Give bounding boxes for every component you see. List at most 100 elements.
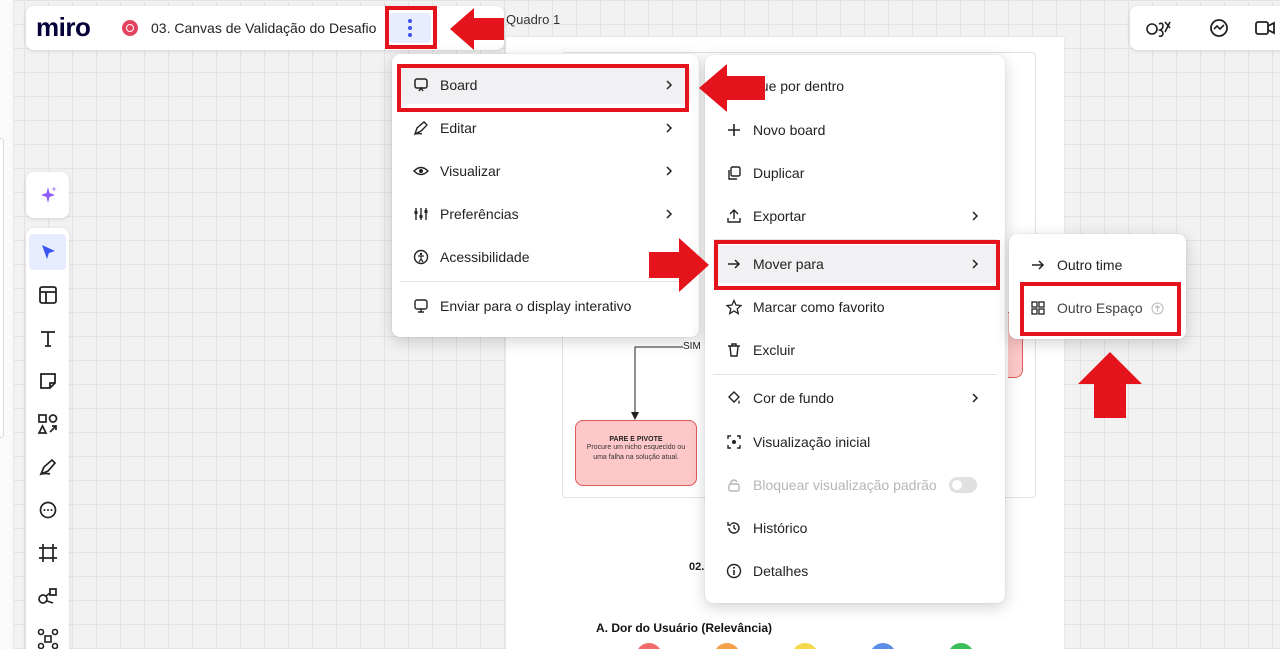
mindmap-tool[interactable] bbox=[29, 578, 66, 614]
chevron-right-icon bbox=[661, 163, 677, 179]
sticky-note-icon bbox=[39, 373, 56, 389]
menu-item-cor-de-fundo[interactable]: Cor de fundo bbox=[713, 379, 997, 417]
side-panel-tab[interactable] bbox=[0, 138, 4, 438]
menu-item-excluir[interactable]: Excluir bbox=[713, 331, 997, 369]
star-icon bbox=[725, 298, 743, 316]
menu-item-visualizar[interactable]: Visualizar bbox=[400, 152, 691, 190]
menu-item-label: Editar bbox=[440, 120, 477, 136]
more-icon bbox=[37, 628, 58, 649]
frame-label[interactable]: Quadro 1 bbox=[506, 12, 560, 27]
lock-view-toggle[interactable] bbox=[949, 477, 977, 493]
menu-item-label: Bloquear visualização padrão bbox=[753, 477, 937, 493]
flow-connector bbox=[631, 346, 683, 420]
frame-icon bbox=[38, 544, 57, 562]
mindmap-icon bbox=[37, 588, 57, 604]
menu-item-duplicar[interactable]: Duplicar bbox=[713, 154, 997, 192]
menu-item-label: Acessibilidade bbox=[440, 249, 530, 265]
menu-separator bbox=[713, 374, 997, 375]
menu-item-label: Enviar para o display interativo bbox=[440, 298, 632, 314]
miro-logo[interactable]: miro bbox=[36, 12, 91, 43]
menu-item-label: Detalhes bbox=[753, 563, 809, 579]
section-number: 02. bbox=[689, 561, 705, 573]
eye-icon bbox=[412, 162, 430, 180]
menu-item-editar[interactable]: Editar bbox=[400, 109, 691, 147]
pen-icon bbox=[412, 119, 430, 137]
annotation-box-outro-espaco bbox=[1020, 282, 1181, 336]
menu-item-label: Novo board bbox=[753, 122, 826, 138]
left-toolbar bbox=[26, 228, 69, 649]
trash-icon bbox=[725, 341, 743, 359]
ai-assist-button[interactable] bbox=[26, 172, 69, 218]
board-title[interactable]: 03. Canvas de Validação do Desafio bbox=[151, 20, 376, 36]
comment-tool[interactable] bbox=[29, 492, 66, 528]
more-tools[interactable] bbox=[29, 621, 66, 649]
menu-item-novo-board[interactable]: Novo board bbox=[713, 111, 997, 149]
history-icon bbox=[725, 519, 743, 537]
board-target-icon bbox=[122, 20, 138, 36]
accessibility-icon bbox=[412, 248, 430, 266]
menu-item-preferencias[interactable]: Preferências bbox=[400, 195, 691, 233]
chevron-right-icon bbox=[967, 390, 983, 406]
templates-icon bbox=[38, 286, 57, 304]
reactions-icon[interactable] bbox=[1146, 16, 1172, 40]
section-title: A. Dor do Usuário (Relevância) bbox=[596, 621, 773, 635]
comment-icon bbox=[39, 501, 56, 519]
menu-item-outro-time[interactable]: Outro time bbox=[1017, 246, 1178, 284]
menu-item-detalhes[interactable]: Detalhes bbox=[713, 552, 997, 590]
menu-item-label: Visualização inicial bbox=[753, 434, 871, 450]
shapes-icon bbox=[37, 414, 57, 434]
video-icon[interactable] bbox=[1252, 16, 1278, 40]
chevron-right-icon bbox=[661, 206, 677, 222]
pen-tool[interactable] bbox=[29, 449, 66, 485]
pivot-card-text: Procure um nicho esquecido ou uma falha … bbox=[586, 444, 686, 461]
menu-item-label: Excluir bbox=[753, 342, 796, 358]
menu-item-favorito[interactable]: Marcar como favorito bbox=[713, 288, 997, 326]
annotation-arrow-left-2 bbox=[699, 64, 765, 112]
arrow-right-icon bbox=[1029, 256, 1047, 274]
top-right-bar bbox=[1130, 6, 1280, 50]
sparkle-icon bbox=[40, 186, 57, 203]
export-icon bbox=[725, 207, 743, 225]
text-icon bbox=[40, 331, 55, 347]
annotation-arrow-up bbox=[1078, 352, 1142, 418]
connector-label: SIM bbox=[683, 341, 701, 352]
menu-item-exportar[interactable]: Exportar bbox=[713, 197, 997, 235]
annotation-box-mover-para bbox=[714, 240, 1000, 290]
focus-icon bbox=[725, 433, 743, 451]
annotation-box-menu-button bbox=[385, 6, 437, 49]
sticky-note-tool[interactable] bbox=[29, 363, 66, 399]
info-icon bbox=[725, 562, 743, 580]
select-tool[interactable] bbox=[29, 234, 66, 270]
menu-item-visualizacao-inicial[interactable]: Visualização inicial bbox=[713, 423, 997, 461]
menu-item-label: Marcar como favorito bbox=[753, 299, 885, 315]
pivot-card[interactable]: PARE E PIVOTE Procure um nicho esquecido… bbox=[575, 420, 697, 486]
chat-icon[interactable] bbox=[1206, 16, 1232, 40]
board-submenu: que por dentro Novo board Duplicar Expor… bbox=[705, 55, 1005, 603]
menu-item-label: Histórico bbox=[753, 520, 808, 536]
menu-item-label: Visualizar bbox=[440, 163, 501, 179]
menu-item-label: Preferências bbox=[440, 206, 519, 222]
plus-icon bbox=[725, 121, 743, 139]
pivot-card-title: PARE E PIVOTE bbox=[609, 436, 663, 443]
select-icon bbox=[41, 245, 55, 259]
annotation-box-board bbox=[397, 64, 689, 112]
sliders-icon bbox=[412, 205, 430, 223]
duplicate-icon bbox=[725, 164, 743, 182]
text-tool[interactable] bbox=[29, 320, 66, 356]
menu-item-label: Outro time bbox=[1057, 257, 1123, 273]
frame-tool[interactable] bbox=[29, 535, 66, 571]
paint-bucket-icon bbox=[725, 389, 743, 407]
annotation-arrow-left-1 bbox=[450, 8, 504, 50]
pen-icon bbox=[38, 458, 56, 476]
chevron-right-icon bbox=[661, 120, 677, 136]
menu-item-label: Duplicar bbox=[753, 165, 805, 181]
templates-tool[interactable] bbox=[29, 277, 66, 313]
menu-item-label: Exportar bbox=[753, 208, 806, 224]
chevron-right-icon bbox=[967, 208, 983, 224]
menu-item-label: Cor de fundo bbox=[753, 390, 834, 406]
shapes-tool[interactable] bbox=[29, 406, 66, 442]
menu-item-bloquear-visualizacao[interactable]: Bloquear visualização padrão bbox=[713, 466, 997, 504]
display-icon bbox=[412, 297, 430, 315]
menu-item-historico[interactable]: Histórico bbox=[713, 509, 997, 547]
annotation-arrow-right bbox=[649, 238, 709, 292]
